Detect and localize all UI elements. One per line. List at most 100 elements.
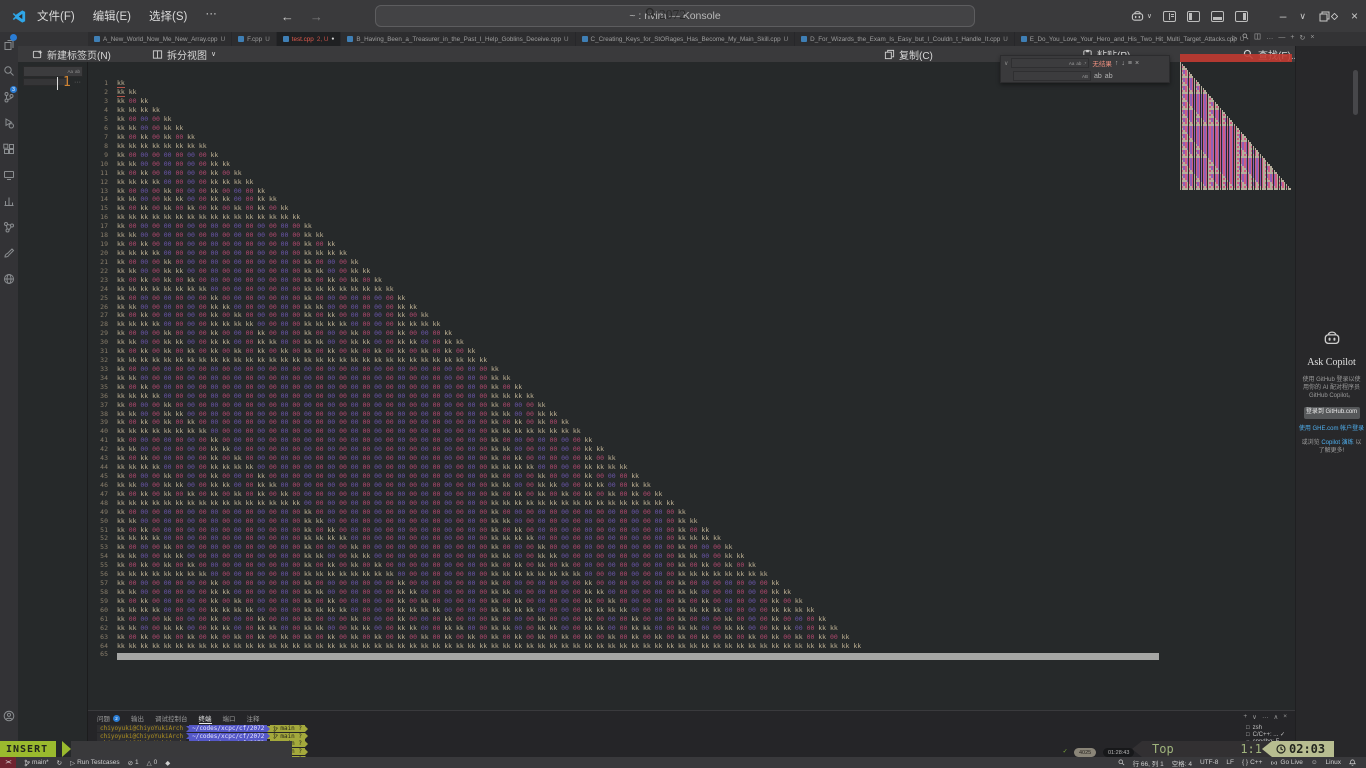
nav-forward-button[interactable]: → <box>310 9 323 24</box>
statusbar-left-item-5[interactable]: △0 <box>147 759 158 767</box>
find-prev-button[interactable]: ↑ <box>1115 60 1119 67</box>
activity-search-icon[interactable] <box>0 58 18 84</box>
minimize-icon[interactable]: — <box>1278 34 1285 41</box>
window-minimize-button[interactable]: – <box>1280 9 1287 23</box>
code-line: 6kkkk0000kkkk <box>88 124 865 133</box>
panel-action-2[interactable]: … <box>1262 713 1269 721</box>
line-number: 32 <box>88 356 108 364</box>
line-number: 23 <box>88 276 108 284</box>
window-dropdown-icon[interactable]: ∨ <box>1299 11 1306 22</box>
editor-tab-3[interactable]: B_Having_Been_a_Treasurer_in_the_Past_I_… <box>341 32 575 46</box>
statusbar-left-item-0[interactable]: >< <box>0 757 16 768</box>
mini-find-input[interactable]: Aaab <box>23 66 83 77</box>
panel-tab-0[interactable]: 问题2 <box>97 713 120 723</box>
statusbar-right-item-4[interactable]: LF <box>1226 759 1234 766</box>
activity-source-control-icon[interactable]: 3 <box>0 84 18 110</box>
toggle-primary-sidebar-icon[interactable] <box>1187 11 1200 22</box>
statusbar-left-item-1[interactable]: main* <box>24 759 49 767</box>
statusbar-left-item-3[interactable]: ▷Run Testcases <box>70 759 120 767</box>
find-next-button[interactable]: ↓ <box>1121 60 1125 67</box>
split-editor-icon[interactable] <box>1254 33 1261 42</box>
nav-back-button[interactable]: ← <box>281 9 294 24</box>
panel-tab-2[interactable]: 调试控制台 <box>155 713 188 723</box>
activity-remote-explorer-icon[interactable] <box>0 162 18 188</box>
replace-all-button[interactable]: ab <box>1105 73 1113 80</box>
copilot-walkthrough-link[interactable]: Copilot 演练 <box>1321 440 1353 446</box>
run-icon[interactable]: ▷ <box>1232 34 1237 42</box>
statusbar-right-item-9[interactable] <box>1349 759 1356 766</box>
terminal-instance-1[interactable]: □C/C++: ... ✓ <box>1246 731 1285 738</box>
panel-tab-3[interactable]: 终端 <box>199 713 212 724</box>
panel-tab-5[interactable]: 注释 <box>247 713 260 723</box>
new-tab-button[interactable]: 新建标签页(N) <box>32 47 111 61</box>
toggle-panel-icon[interactable] <box>1211 11 1224 22</box>
window-close-button[interactable]: × <box>1351 9 1358 23</box>
nvim-editor-buffer[interactable]: 1kk2kkkk3kk00kk4kkkkkkkk5kk000000kk6kkkk… <box>88 62 1295 710</box>
statusbar-right-item-2[interactable]: 空格: 4 <box>1172 758 1192 768</box>
activity-brush-icon[interactable] <box>0 240 18 266</box>
activity-globe-icon[interactable] <box>0 266 18 292</box>
statusbar-right-item-7[interactable]: ☺ <box>1311 759 1318 766</box>
statusbar-right-item-1[interactable]: 行 66, 列 1 <box>1133 758 1164 768</box>
copilot-ghe-link[interactable]: 使用 GHE.com 帐户登录 <box>1296 426 1366 434</box>
activity-extensions-icon[interactable] <box>0 136 18 162</box>
menu-item-3[interactable]: ··· <box>205 8 217 24</box>
panel-action-3[interactable]: ∧ <box>1273 713 1278 721</box>
statusbar-left-item-6[interactable]: ◆ <box>165 759 170 767</box>
statusbar-right-item-0[interactable] <box>1118 759 1125 766</box>
customize-layout-icon[interactable] <box>1163 11 1176 22</box>
activity-explorer-icon[interactable] <box>0 32 18 58</box>
editor-tab-5[interactable]: D_For_Wizards_the_Exam_Is_Easy_but_I_Cou… <box>795 32 1015 46</box>
editor-tab-4[interactable]: C_Creating_Keys_for_StORages_Has_Become_… <box>576 32 796 46</box>
panel-tab-1[interactable]: 输出 <box>131 713 144 723</box>
find-toggle-replace-icon[interactable]: ∨ <box>1004 60 1008 67</box>
sidebar-scrollbar[interactable] <box>1353 70 1358 115</box>
menu-item-1[interactable]: 编辑(E) <box>93 8 131 24</box>
panel-action-4[interactable]: × <box>1283 713 1287 721</box>
statusbar-right-item-5[interactable]: { }C++ <box>1242 759 1262 766</box>
activity-references-icon[interactable] <box>0 214 18 240</box>
panel-action-0[interactable]: + <box>1243 713 1247 721</box>
prompt-user-host: chiyoyuki@ChiyoYukiArch <box>97 733 186 740</box>
mini-editor-pane[interactable]: Aaab 1 ··· <box>18 62 88 757</box>
panel-action-1[interactable]: ∨ <box>1252 713 1257 721</box>
editor-tab-2[interactable]: test.cpp2, U● <box>277 32 342 46</box>
copilot-icon[interactable]: ∨ <box>1130 10 1152 23</box>
terminal-instance-0[interactable]: □zsh <box>1246 724 1285 731</box>
window-restore-button[interactable] <box>1319 11 1338 22</box>
line-number: 63 <box>88 633 108 641</box>
find-result-count: 无结果 <box>1092 58 1112 68</box>
split-view-button[interactable]: 拆分视图 ∨ <box>152 47 216 61</box>
panel-tab-4[interactable]: 端口 <box>223 713 236 723</box>
menu-item-0[interactable]: 文件(F) <box>37 8 75 24</box>
menu-item-2[interactable]: 选择(S) <box>149 8 187 24</box>
statusbar-left-item-2[interactable]: ↻ <box>57 759 62 767</box>
toggle-secondary-sidebar-icon[interactable] <box>1235 11 1248 22</box>
line-number: 5 <box>88 115 108 123</box>
code-line: 49kk000000000000000000000000000000kk0000… <box>88 507 865 516</box>
statusbar-right-item-3[interactable]: UTF-8 <box>1200 759 1218 766</box>
editor-tab-0[interactable]: A_New_World_Now_Me_New_Array.cppU <box>88 32 232 46</box>
close-icon[interactable]: × <box>1310 34 1314 41</box>
copilot-signin-button[interactable]: 登录到 GitHub.com <box>1304 407 1360 419</box>
activity-run-debug-icon[interactable] <box>0 110 18 136</box>
sync-icon[interactable]: ↻ <box>1299 34 1305 42</box>
find-close-button[interactable]: × <box>1135 60 1139 67</box>
statusbar-right-item-6[interactable]: Go Live <box>1270 759 1302 767</box>
minimap[interactable] <box>1180 62 1292 190</box>
find-in-selection-button[interactable]: ≡ <box>1128 60 1132 67</box>
replace-input[interactable]: AB <box>1013 71 1091 81</box>
replace-button[interactable]: ab <box>1094 73 1102 80</box>
activity-test-chart-icon[interactable] <box>0 188 18 214</box>
statusbar-left-item-4[interactable]: ⊘1 <box>128 759 139 767</box>
remote-indicator[interactable]: >< <box>0 757 16 768</box>
copy-button[interactable]: 复制(C) <box>884 47 933 61</box>
search-icon[interactable] <box>1242 33 1249 42</box>
more-icon[interactable]: … <box>1266 34 1273 41</box>
find-input[interactable]: Aaab.* <box>1011 58 1089 68</box>
statusbar-right-item-8[interactable]: Linux <box>1325 759 1341 766</box>
activity-account-icon[interactable] <box>0 703 18 729</box>
add-icon[interactable]: + <box>1290 34 1294 41</box>
editor-tab-1[interactable]: F.cppU <box>232 32 277 46</box>
editor-tab-6[interactable]: E_Do_You_Love_Your_Hero_and_His_Two_Hit_… <box>1015 32 1250 46</box>
